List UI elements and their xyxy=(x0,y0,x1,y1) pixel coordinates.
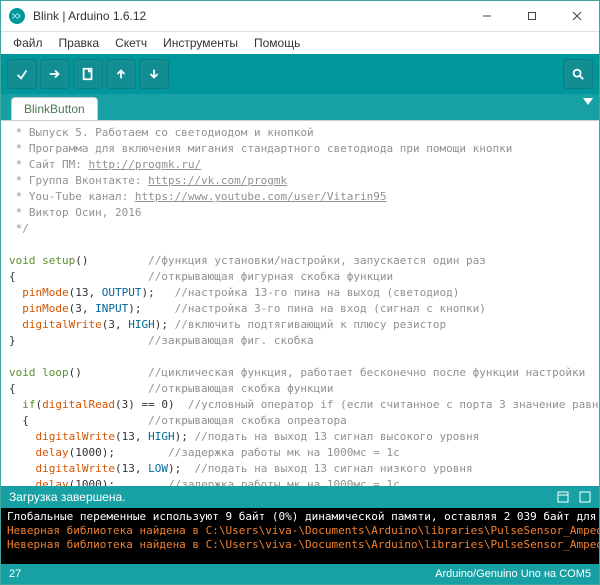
menu-file[interactable]: Файл xyxy=(5,34,51,52)
board-port-label: Arduino/Genuino Uno на COM5 xyxy=(435,568,591,580)
verify-button[interactable] xyxy=(7,59,37,89)
menu-sketch[interactable]: Скетч xyxy=(107,34,155,52)
footer-bar: 27 Arduino/Genuino Uno на COM5 xyxy=(1,564,599,584)
minimize-button[interactable] xyxy=(464,1,509,31)
collapse-icon[interactable] xyxy=(557,491,569,503)
menu-edit[interactable]: Правка xyxy=(51,34,108,52)
compile-status-text: Загрузка завершена. xyxy=(9,490,126,504)
menu-tools[interactable]: Инструменты xyxy=(155,34,246,52)
toolbar xyxy=(1,54,599,94)
console-output[interactable]: Глобальные переменные используют 9 байт … xyxy=(1,508,599,564)
open-button[interactable] xyxy=(106,59,136,89)
menu-bar: Файл Правка Скетч Инструменты Помощь xyxy=(1,32,599,54)
title-bar: Blink | Arduino 1.6.12 xyxy=(1,1,599,32)
save-button[interactable] xyxy=(139,59,169,89)
compile-status-bar: Загрузка завершена. xyxy=(1,486,599,508)
tab-blinkbutton[interactable]: BlinkButton xyxy=(11,97,98,120)
menu-help[interactable]: Помощь xyxy=(246,34,308,52)
console-toggle-icons[interactable] xyxy=(557,491,591,503)
upload-button[interactable] xyxy=(40,59,70,89)
expand-icon[interactable] xyxy=(579,491,591,503)
cursor-line: 27 xyxy=(9,568,21,580)
close-button[interactable] xyxy=(554,1,599,31)
arduino-app-icon xyxy=(9,8,25,24)
tab-strip: BlinkButton xyxy=(1,94,599,120)
code-editor[interactable]: * Выпуск 5. Работаем со светодиодом и кн… xyxy=(1,120,599,486)
new-button[interactable] xyxy=(73,59,103,89)
serial-monitor-button[interactable] xyxy=(563,59,593,89)
maximize-button[interactable] xyxy=(509,1,554,31)
window-title: Blink | Arduino 1.6.12 xyxy=(33,9,146,23)
